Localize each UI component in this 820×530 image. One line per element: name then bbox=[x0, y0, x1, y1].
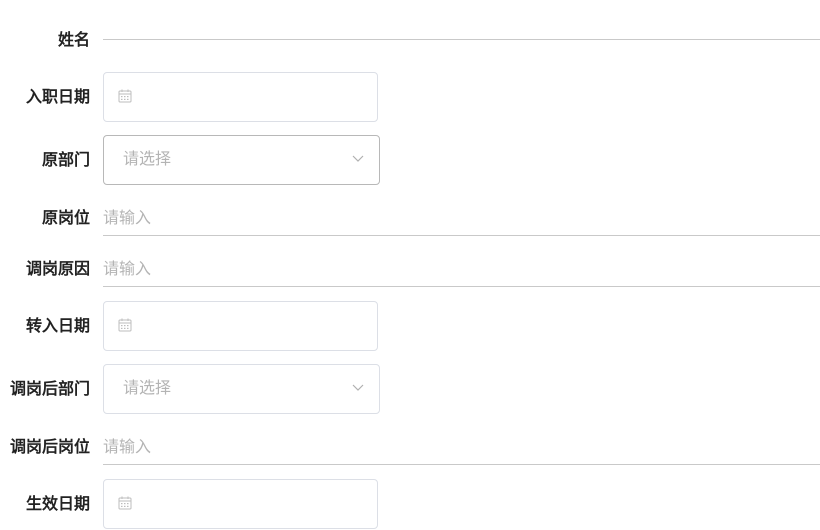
orig-post-placeholder: 请输入 bbox=[103, 208, 152, 227]
calendar-icon bbox=[118, 318, 132, 332]
chevron-down-icon bbox=[352, 384, 364, 391]
transfer-date-picker[interactable] bbox=[103, 301, 378, 351]
name-field[interactable] bbox=[103, 39, 820, 40]
calendar-icon bbox=[118, 89, 132, 103]
new-dept-label: 调岗后部门 bbox=[9, 379, 90, 398]
name-label: 姓名 bbox=[57, 30, 90, 49]
orig-dept-placeholder: 请选择 bbox=[123, 149, 172, 168]
chevron-down-icon bbox=[352, 155, 364, 162]
reason-input[interactable]: 请输入 bbox=[103, 259, 820, 287]
effective-date-label: 生效日期 bbox=[25, 494, 90, 513]
orig-post-input[interactable]: 请输入 bbox=[103, 208, 820, 236]
reason-label: 调岗原因 bbox=[25, 259, 90, 278]
orig-dept-select[interactable]: 请选择 bbox=[103, 135, 380, 185]
entry-date-label: 入职日期 bbox=[25, 87, 90, 106]
entry-date-picker[interactable] bbox=[103, 72, 378, 122]
calendar-icon bbox=[118, 496, 132, 510]
new-post-placeholder: 请输入 bbox=[103, 437, 152, 456]
new-dept-placeholder: 请选择 bbox=[123, 378, 172, 397]
transfer-date-label: 转入日期 bbox=[25, 316, 90, 335]
new-dept-select[interactable]: 请选择 bbox=[103, 364, 380, 414]
orig-dept-label: 原部门 bbox=[41, 150, 90, 169]
effective-date-picker[interactable] bbox=[103, 479, 378, 529]
orig-post-label: 原岗位 bbox=[41, 208, 90, 227]
reason-placeholder: 请输入 bbox=[103, 259, 152, 278]
new-post-input[interactable]: 请输入 bbox=[103, 437, 820, 465]
new-post-label: 调岗后岗位 bbox=[9, 437, 90, 456]
